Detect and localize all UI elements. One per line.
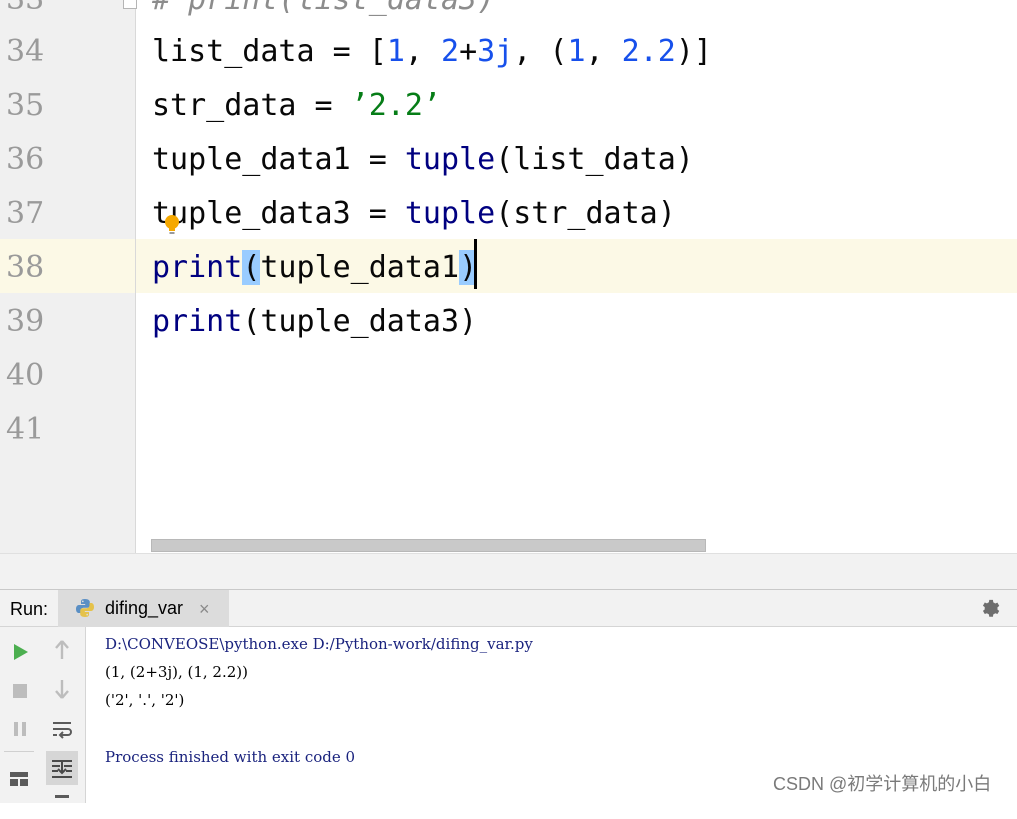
call-arguments: (str_data) <box>495 196 676 231</box>
code-line-39[interactable]: print(tuple_data3) <box>152 295 477 349</box>
call-arguments: (list_data) <box>495 142 694 177</box>
scroll-to-end-icon[interactable] <box>46 751 78 785</box>
bracket: ] <box>693 34 712 69</box>
line-number: 37 <box>6 196 45 231</box>
identifier: tuple_data1 <box>152 142 351 177</box>
identifier: str_data <box>152 88 297 123</box>
identifier: tuple_data3 <box>152 196 351 231</box>
call-arguments: (tuple_data3) <box>242 304 478 339</box>
code-line-38[interactable]: print(tuple_data1) <box>152 241 478 295</box>
code-line-36[interactable]: tuple_data1 = tuple(list_data) <box>152 133 694 187</box>
operator: = <box>314 34 369 69</box>
run-tab-label: difing_var <box>105 598 184 618</box>
identifier: tuple_data1 <box>260 250 460 285</box>
run-tool-window-header: Run: difing_var × <box>0 589 1017 627</box>
code-editor[interactable]: 33 34 35 36 37 38 39 40 41 # print(list_… <box>0 0 1017 553</box>
operator: = <box>350 196 405 231</box>
line-number: 33 <box>6 0 66 27</box>
comma: , <box>585 34 622 69</box>
python-icon <box>76 599 94 617</box>
stop-icon[interactable] <box>6 677 34 705</box>
fold-marker-icon[interactable] <box>123 0 137 9</box>
pause-icon[interactable] <box>6 715 34 743</box>
console-output-line: ('2', '.', '2') <box>105 691 185 709</box>
horizontal-scrollbar-thumb[interactable] <box>151 539 706 552</box>
line-number: 38 <box>6 250 45 285</box>
run-icon[interactable] <box>6 638 34 666</box>
code-line-33[interactable]: # print(list_data3) <box>152 0 495 27</box>
text-caret <box>474 239 477 289</box>
soft-wrap-icon[interactable] <box>48 715 76 743</box>
number-literal: 2.2 <box>621 34 676 69</box>
code-line-34[interactable]: list_data = [1, 2+3j, (1, 2.2)] <box>152 25 712 79</box>
line-number: 39 <box>6 304 45 339</box>
line-number: 34 <box>6 34 45 69</box>
csdn-watermark: CSDN @初学计算机的小白 <box>773 774 992 794</box>
operator: + <box>459 34 478 69</box>
line-number: 41 <box>6 412 45 447</box>
line-number: 35 <box>6 88 45 123</box>
console-command-line: D:\CONVEOSE\python.exe D:/Python-work/di… <box>105 635 533 653</box>
number-literal: 1 <box>386 34 405 69</box>
builtin-function: print <box>152 304 243 339</box>
operator: = <box>296 88 351 123</box>
line-number: 36 <box>6 142 45 177</box>
line-number: 40 <box>6 358 45 393</box>
complex-literal: 3j <box>477 34 514 69</box>
down-arrow-icon[interactable] <box>48 675 76 703</box>
up-arrow-icon[interactable] <box>48 636 76 664</box>
number-literal: 2 <box>441 34 460 69</box>
code-line-37[interactable]: tuple_data3 = tuple(str_data) <box>152 187 676 241</box>
builtin-function: print <box>152 250 243 285</box>
close-icon[interactable]: × <box>199 590 210 627</box>
comma: , <box>513 34 550 69</box>
gear-icon[interactable] <box>979 598 1001 620</box>
comma: , <box>404 34 441 69</box>
string-literal: ’2.2’ <box>350 88 441 123</box>
editor-run-divider[interactable] <box>0 553 1017 589</box>
lightbulb-icon[interactable] <box>164 214 180 236</box>
run-toolbar <box>0 627 86 803</box>
code-line-35[interactable]: str_data = ’2.2’ <box>152 79 441 133</box>
toolbar-divider <box>4 751 34 752</box>
number-literal: 1 <box>567 34 586 69</box>
bracket: [ <box>368 34 387 69</box>
layout-icon[interactable] <box>5 765 33 793</box>
comment: # print(list_data3) <box>152 0 495 17</box>
console-output-line: (1, (2+3j), (1, 2.2)) <box>105 663 248 681</box>
console-exit-message: Process finished with exit code 0 <box>105 748 356 766</box>
paren: ( <box>549 34 568 69</box>
operator: = <box>350 142 405 177</box>
paren: ) <box>675 34 694 69</box>
matched-paren-open: ( <box>242 250 261 285</box>
builtin-function: tuple <box>404 142 496 177</box>
more-icon[interactable] <box>48 791 76 819</box>
builtin-function: tuple <box>404 196 496 231</box>
identifier: list_data <box>152 34 315 69</box>
run-label: Run: <box>10 599 49 619</box>
run-config-tab[interactable]: difing_var × <box>58 590 229 627</box>
